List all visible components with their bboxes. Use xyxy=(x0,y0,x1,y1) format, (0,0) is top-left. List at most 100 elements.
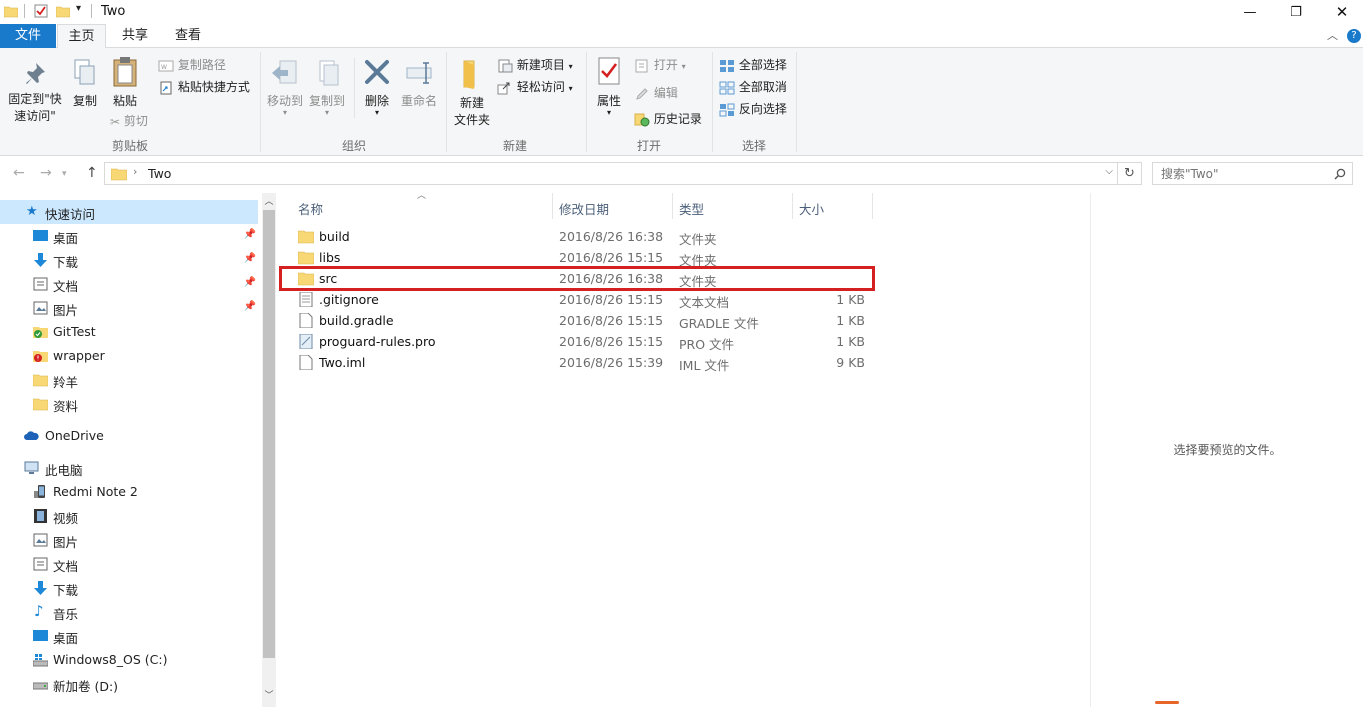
scroll-down-icon[interactable]: ﹀ xyxy=(262,689,276,703)
customize-toolbar-icon[interactable]: ▾ xyxy=(76,3,90,17)
invert-selection-button[interactable]: 反向选择 xyxy=(719,100,787,117)
nav-item-downloads-pc[interactable]: 下载 xyxy=(0,576,258,600)
close-button[interactable]: ✕ xyxy=(1319,0,1363,24)
column-header-date[interactable]: 修改日期 xyxy=(559,199,609,225)
delete-button[interactable]: 删除 ▾ xyxy=(360,58,394,117)
nav-item-pictures-pc[interactable]: 图片 xyxy=(0,528,258,552)
search-icon[interactable] xyxy=(1334,168,1346,180)
maximize-button[interactable]: ❐ xyxy=(1273,0,1319,24)
up-arrow-icon[interactable]: ↑ xyxy=(86,165,98,181)
nav-label: 下载 xyxy=(53,255,79,270)
pin-icon[interactable]: 📌 xyxy=(244,277,256,288)
paste-shortcut-button[interactable]: 粘贴快捷方式 xyxy=(158,78,250,95)
folder-icon xyxy=(298,251,314,265)
column-header-name[interactable]: 名称 xyxy=(298,199,323,225)
breadcrumb-two[interactable]: Two xyxy=(148,166,171,181)
pin-icon[interactable]: 📌 xyxy=(244,301,256,312)
nav-item-gittest[interactable]: GitTest xyxy=(0,320,258,344)
back-arrow-icon[interactable]: ← xyxy=(13,165,25,181)
tab-view[interactable]: 查看 xyxy=(164,24,212,48)
nav-item-downloads[interactable]: 下载 📌 xyxy=(0,248,258,272)
nav-item-pictures[interactable]: 图片 📌 xyxy=(0,296,258,320)
address-bar[interactable]: › Two ⌵ xyxy=(104,162,1118,185)
nav-item-documents-pc[interactable]: 文档 xyxy=(0,552,258,576)
file-type: GRADLE 文件 xyxy=(679,316,759,331)
column-separator[interactable] xyxy=(872,193,873,219)
nav-item-desktop-pc[interactable]: 桌面 xyxy=(0,624,258,648)
music-icon: ♪ xyxy=(34,602,44,620)
copy-to-button[interactable]: 复制到 ▾ xyxy=(306,58,348,117)
move-to-button[interactable]: 移动到 ▾ xyxy=(264,58,306,117)
refresh-button[interactable]: ↻ xyxy=(1118,162,1142,185)
file-date: 2016/8/26 15:39 xyxy=(559,355,664,370)
minimize-button[interactable]: — xyxy=(1227,0,1273,24)
search-box[interactable] xyxy=(1152,162,1353,185)
new-folder-icon[interactable] xyxy=(56,4,70,18)
pin-quick-access-button[interactable]: 固定到"快 速访问" xyxy=(4,60,66,125)
select-all-button[interactable]: 全部选择 xyxy=(719,56,787,73)
file-type: 文本文档 xyxy=(679,295,730,310)
select-all-icon xyxy=(720,59,734,72)
nav-quick-access[interactable]: ★ 快速访问 xyxy=(0,200,258,224)
scrollbar-thumb[interactable] xyxy=(263,210,275,658)
column-separator[interactable] xyxy=(672,193,673,219)
file-row[interactable]: libs 2016/8/26 15:15 文件夹 xyxy=(290,247,872,268)
sort-ascending-icon: ︿ xyxy=(417,191,427,201)
search-input[interactable] xyxy=(1153,163,1323,184)
file-row[interactable]: build.gradle 2016/8/26 15:15 GRADLE 文件 1… xyxy=(290,310,872,331)
select-none-label: 全部取消 xyxy=(738,80,787,94)
file-row[interactable]: build 2016/8/26 16:38 文件夹 xyxy=(290,226,872,247)
forward-arrow-icon[interactable]: → xyxy=(40,165,52,181)
nav-this-pc[interactable]: 此电脑 xyxy=(0,456,258,480)
new-folder-button[interactable]: 新建 文件夹 xyxy=(450,58,494,129)
column-header-type[interactable]: 类型 xyxy=(679,199,704,225)
tab-share[interactable]: 共享 xyxy=(112,24,158,48)
nav-item-videos[interactable]: 视频 xyxy=(0,504,258,528)
nav-item-music[interactable]: ♪ 音乐 xyxy=(0,600,258,624)
column-separator[interactable] xyxy=(552,193,553,219)
easy-access-button[interactable]: 轻松访问 ▾ xyxy=(497,78,573,95)
file-row[interactable]: Two.iml 2016/8/26 15:39 IML 文件 9 KB xyxy=(290,352,872,373)
open-button[interactable]: 打开 ▾ xyxy=(634,56,686,73)
properties-icon[interactable] xyxy=(34,4,48,18)
column-header-size[interactable]: 大小 xyxy=(799,199,824,225)
history-button[interactable]: 历史记录 xyxy=(634,110,702,127)
nav-item-documents[interactable]: 文档 📌 xyxy=(0,272,258,296)
file-row[interactable]: proguard-rules.pro 2016/8/26 15:15 PRO 文… xyxy=(290,331,872,352)
tab-file[interactable]: 文件 xyxy=(0,24,56,48)
nav-onedrive[interactable]: OneDrive xyxy=(0,424,258,448)
copy-path-button[interactable]: W 复制路径 xyxy=(158,56,226,73)
nav-item-wrapper[interactable]: wrapper xyxy=(0,344,258,368)
cloud-icon xyxy=(24,431,39,440)
properties-button[interactable]: 属性 ▾ xyxy=(592,56,626,117)
preview-pane: 选择要预览的文件。 xyxy=(1090,193,1363,707)
help-icon[interactable]: ? xyxy=(1347,29,1361,43)
nav-item-drive-c[interactable]: Windows8_OS (C:) xyxy=(0,648,258,672)
rename-button[interactable]: 重命名 xyxy=(398,58,440,110)
file-size: 9 KB xyxy=(836,355,865,370)
scroll-up-icon[interactable]: ︿ xyxy=(262,195,276,209)
nav-item-lingyang[interactable]: 羚羊 xyxy=(0,368,258,392)
paste-button[interactable]: 粘贴 xyxy=(108,56,142,110)
navigation-scrollbar[interactable]: ︿ ﹀ xyxy=(262,193,276,707)
pin-icon[interactable]: 📌 xyxy=(244,229,256,240)
select-none-button[interactable]: 全部取消 xyxy=(719,78,787,95)
nav-item-desktop[interactable]: 桌面 📌 xyxy=(0,224,258,248)
preview-message: 选择要预览的文件。 xyxy=(1173,443,1282,457)
pin-icon[interactable]: 📌 xyxy=(244,253,256,264)
dropdown-arrow-icon: ▾ xyxy=(282,108,287,117)
edit-button[interactable]: 编辑 xyxy=(634,84,678,101)
collapse-ribbon-icon[interactable]: ︿ xyxy=(1327,27,1338,43)
nav-item-drive-d[interactable]: 新加卷 (D:) xyxy=(0,672,258,696)
recent-locations-icon[interactable]: ▾ xyxy=(62,169,67,179)
file-name: build.gradle xyxy=(319,313,394,328)
cut-button[interactable]: ✂ 剪切 xyxy=(110,112,148,129)
column-separator[interactable] xyxy=(792,193,793,219)
nav-item-redmi-note-2[interactable]: Redmi Note 2 xyxy=(0,480,258,504)
chevron-down-icon[interactable]: ⌵ xyxy=(1105,166,1113,177)
copy-button[interactable]: 复制 xyxy=(68,58,102,110)
tab-home[interactable]: 主页 xyxy=(57,24,106,49)
nav-item-ziliao[interactable]: 资料 xyxy=(0,392,258,416)
file-row[interactable]: .gitignore 2016/8/26 15:15 文本文档 1 KB xyxy=(290,289,872,310)
new-item-button[interactable]: 新建项目 ▾ xyxy=(497,56,573,73)
